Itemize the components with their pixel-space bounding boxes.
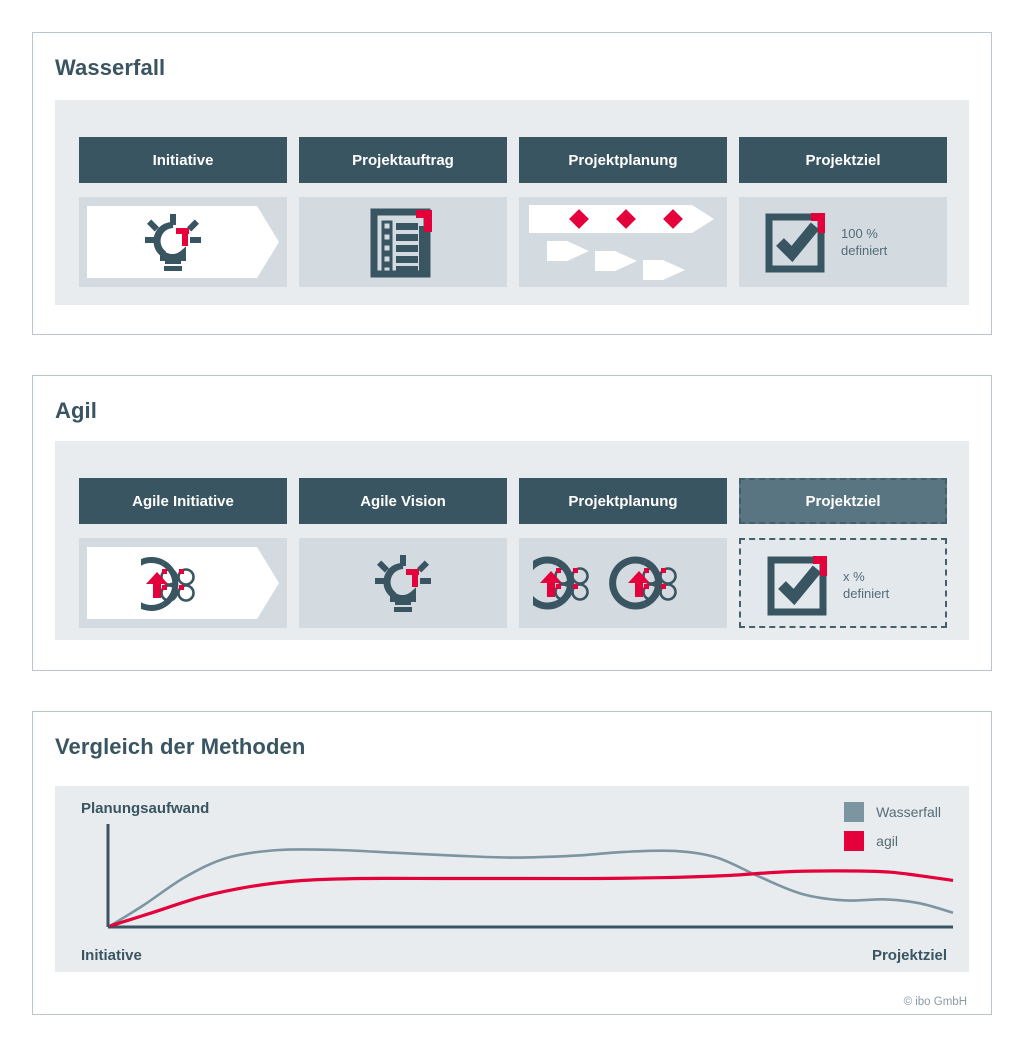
chart-plot-svg <box>106 824 954 929</box>
definition-note-waterfall: 100 % definiert <box>841 225 887 259</box>
process-band-agil: Agile Initiative Agile Vision Projektpla… <box>55 441 969 640</box>
step-body-agile-initiative <box>79 538 287 628</box>
checkbox-checked-icon <box>765 552 833 625</box>
step-header-projektziel: Projektziel <box>739 137 947 183</box>
sprint-cycle-icon <box>124 554 209 619</box>
checkbox-checked-icon <box>763 209 831 282</box>
definition-note-line-2: definiert <box>841 243 888 258</box>
panel-agil: Agil Agile Initiative Agile Vision Proje… <box>32 375 992 671</box>
step-body-projektplanung <box>519 197 727 287</box>
step-agile-vision[interactable]: Agile Vision <box>299 478 507 628</box>
double-sprint-cycle-icon <box>521 552 713 619</box>
x-axis-label-start: Initiative <box>81 947 142 964</box>
step-header-projektauftrag: Projektauftrag <box>299 137 507 183</box>
panel-wasserfall: Wasserfall Initiative Projektauftrag Pro… <box>32 32 992 335</box>
step-header-initiative: Initiative <box>79 137 287 183</box>
step-header-agile-initiative: Agile Initiative <box>79 478 287 524</box>
step-initiative[interactable]: Initiative <box>79 137 287 287</box>
gantt-milestones-icon <box>567 208 687 235</box>
step-agile-projektplanung[interactable]: Projektplanung <box>519 478 727 628</box>
process-band-wasserfall: Initiative Projektauftrag Projektplanung… <box>55 100 969 305</box>
step-agile-projektziel[interactable]: Projektziel x % definiert <box>739 478 947 628</box>
definition-note-line-2: definiert <box>843 586 890 601</box>
step-projektziel[interactable]: Projektziel 100 % definiert <box>739 137 947 287</box>
x-axis-label-end: Projektziel <box>871 947 947 964</box>
definition-note-agile: x % definiert <box>843 568 889 602</box>
copyright-notice: © ibo GmbH <box>903 996 967 1008</box>
panel-title-wasserfall: Wasserfall <box>55 55 166 80</box>
definition-note-line-1: 100 % <box>841 226 878 241</box>
gantt-sub-bar <box>547 241 589 261</box>
panel-title-agil: Agil <box>55 398 97 423</box>
lightbulb-idea-icon <box>367 554 439 617</box>
step-header-agile-projektziel: Projektziel <box>739 478 947 524</box>
gantt-sub-bar <box>595 251 637 271</box>
panel-vergleich: Vergleich der Methoden Planungsaufwand W… <box>32 711 992 1015</box>
step-projektauftrag[interactable]: Projektauftrag <box>299 137 507 287</box>
panel-title-vergleich: Vergleich der Methoden <box>55 734 306 759</box>
definition-note-line-1: x % <box>843 569 865 584</box>
step-header-agile-projektplanung: Projektplanung <box>519 478 727 524</box>
step-body-projektauftrag <box>299 197 507 287</box>
step-body-initiative <box>79 197 287 287</box>
infographic-page: Wasserfall Initiative Projektauftrag Pro… <box>0 0 1024 1047</box>
step-body-projektziel: 100 % definiert <box>739 197 947 287</box>
comparison-line-chart: Planungsaufwand Wasserfall agil Initiati… <box>55 786 969 972</box>
checklist-document-icon <box>361 208 445 283</box>
step-body-agile-projektplanung <box>519 538 727 628</box>
lightbulb-idea-icon <box>137 213 209 276</box>
step-agile-initiative[interactable]: Agile Initiative <box>79 478 287 628</box>
step-header-projektplanung: Projektplanung <box>519 137 727 183</box>
step-body-agile-vision <box>299 538 507 628</box>
step-projektplanung[interactable]: Projektplanung <box>519 137 727 287</box>
step-header-agile-vision: Agile Vision <box>299 478 507 524</box>
gantt-sub-bar <box>643 260 685 280</box>
step-body-agile-projektziel: x % definiert <box>739 538 947 628</box>
